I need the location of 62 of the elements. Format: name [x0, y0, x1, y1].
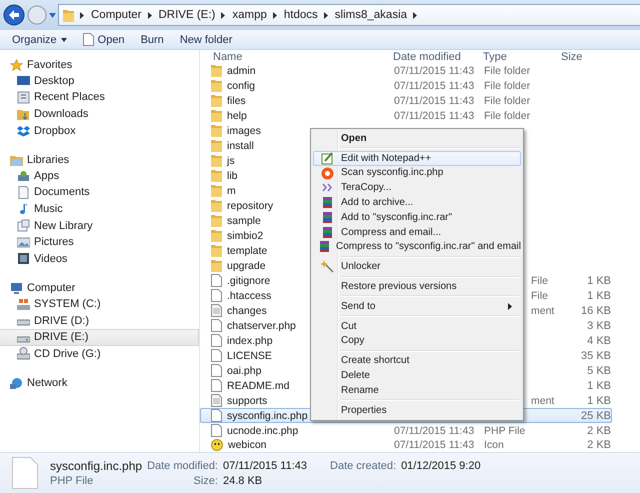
file-name: .gitignore	[227, 274, 270, 286]
date-cell: 07/11/2015 11:43	[394, 110, 474, 122]
detail-value: 01/12/2015 9:20	[401, 460, 481, 472]
size-cell-text: 5 KB	[586, 364, 611, 376]
type-cell: ment	[531, 304, 554, 316]
size-cell-text: 25 KB	[580, 410, 611, 422]
date-cell: 07/11/2015 11:43	[394, 439, 474, 451]
detail-label: Date modified:	[147, 460, 218, 472]
detail-label: Date created:	[330, 460, 396, 472]
date-cell: 07/11/2015 11:43	[394, 64, 474, 76]
file-name: upgrade	[227, 260, 266, 272]
file-name: repository	[227, 200, 274, 212]
type-cell: File folder	[484, 80, 530, 92]
type-cell: Icon	[484, 439, 504, 451]
file-name: images	[227, 124, 261, 136]
file-name: m	[227, 184, 236, 196]
file-name: oai.php	[227, 364, 262, 376]
file-name: index.php	[227, 334, 273, 346]
size-cell-text: 4 KB	[586, 334, 611, 346]
selected-file-name: sysconfig.inc.php	[50, 459, 142, 473]
type-cell: PHP File	[484, 424, 526, 436]
size-cell-text: 1 KB	[586, 394, 611, 406]
file-name: sample	[227, 214, 261, 226]
file-name: files	[227, 94, 246, 106]
size-cell-text: 1 KB	[586, 290, 611, 302]
type-cell: File folder	[484, 110, 530, 122]
file-name: sysconfig.inc.php	[227, 410, 308, 422]
file-name: admin	[227, 64, 256, 76]
file-type: PHP File	[50, 475, 94, 487]
size-cell-text: 1 KB	[586, 274, 611, 286]
size-cell-text: 16 KB	[580, 304, 611, 316]
file-name: ucnode.inc.php	[227, 424, 298, 436]
file-name: install	[227, 140, 254, 152]
detail-value: 24.8 KB	[223, 475, 264, 487]
file-name: README.md	[227, 380, 290, 392]
file-name: js	[227, 154, 235, 166]
file-name: simbio2	[227, 230, 264, 242]
size-cell-text: 2 KB	[586, 439, 611, 451]
file-name: help	[227, 110, 247, 122]
detail-value: 07/11/2015 11:43	[223, 460, 308, 472]
size-cell-text: 3 KB	[586, 320, 611, 332]
file-name: lib	[227, 170, 238, 182]
file-name: supports	[227, 394, 268, 406]
detail-label: Size:	[192, 475, 218, 487]
file-name: LICENSE	[227, 350, 272, 362]
file-name: changes	[227, 304, 267, 316]
type-cell: File	[531, 274, 548, 286]
type-cell: File folder	[484, 64, 530, 76]
date-cell: 07/11/2015 11:43	[394, 424, 474, 436]
file-name: .htaccess	[227, 290, 272, 302]
file-name: webicon	[228, 439, 267, 451]
size-cell-text: 2 KB	[586, 424, 611, 436]
date-cell: 07/11/2015 11:43	[394, 94, 474, 106]
type-cell: File	[531, 290, 548, 302]
file-name: config	[227, 80, 256, 92]
size-cell-text: 35 KB	[580, 350, 611, 362]
file-name: template	[227, 244, 268, 256]
file-name: chatserver.php	[227, 320, 296, 332]
date-cell: 07/11/2015 11:43	[394, 80, 474, 92]
type-cell: ment	[531, 394, 554, 406]
type-cell: File folder	[484, 94, 530, 106]
size-cell-text: 1 KB	[586, 380, 611, 392]
